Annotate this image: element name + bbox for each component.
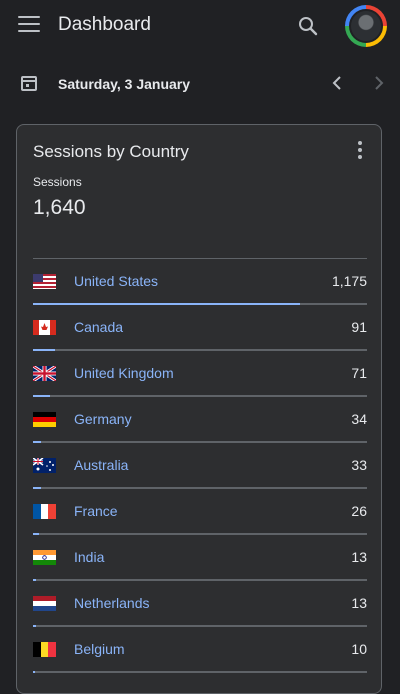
de-flag-icon	[33, 412, 56, 427]
country-list: United States 1,175 Canada 91 United Kin…	[33, 258, 367, 673]
country-name[interactable]: United Kingdom	[74, 365, 174, 381]
country-name[interactable]: France	[74, 503, 118, 519]
session-count: 10	[351, 641, 367, 657]
metric-value: 1,640	[33, 196, 86, 219]
country-name[interactable]: Australia	[74, 457, 128, 473]
page-title: Dashboard	[58, 14, 151, 35]
date-label[interactable]: Saturday, 3 January	[58, 76, 190, 92]
table-row[interactable]: Canada 91	[33, 305, 367, 351]
gb-flag-icon	[33, 366, 56, 381]
us-flag-icon	[33, 274, 56, 289]
table-row[interactable]: Belgium 10	[33, 627, 367, 673]
table-row[interactable]: Australia 33	[33, 443, 367, 489]
be-flag-icon	[33, 642, 56, 657]
avatar[interactable]	[345, 5, 387, 47]
session-count: 13	[351, 595, 367, 611]
search-icon[interactable]	[296, 14, 320, 38]
table-row[interactable]: France 26	[33, 489, 367, 535]
table-row[interactable]: Netherlands 13	[33, 581, 367, 627]
session-count: 34	[351, 411, 367, 427]
share-bar	[33, 671, 367, 673]
session-count: 26	[351, 503, 367, 519]
session-count: 33	[351, 457, 367, 473]
in-flag-icon	[33, 550, 56, 565]
sessions-card: Sessions by Country Sessions 1,640 Unite…	[16, 124, 382, 694]
fr-flag-icon	[33, 504, 56, 519]
table-row[interactable]: Germany 34	[33, 397, 367, 443]
country-name[interactable]: Belgium	[74, 641, 125, 657]
table-row[interactable]: United Kingdom 71	[33, 351, 367, 397]
table-row[interactable]: India 13	[33, 535, 367, 581]
date-bar: Saturday, 3 January	[0, 58, 400, 110]
nl-flag-icon	[33, 596, 56, 611]
app-bar: Dashboard	[0, 0, 400, 50]
calendar-icon[interactable]	[20, 74, 38, 92]
au-flag-icon	[33, 458, 56, 473]
table-row[interactable]: United States 1,175	[33, 259, 367, 305]
metric-label: Sessions	[33, 175, 82, 189]
share-bar-fill	[33, 671, 36, 673]
country-name[interactable]: United States	[74, 273, 158, 289]
profile-photo	[349, 9, 383, 43]
country-name[interactable]: India	[74, 549, 104, 565]
country-name[interactable]: Germany	[74, 411, 132, 427]
country-name[interactable]: Canada	[74, 319, 123, 335]
country-name[interactable]: Netherlands	[74, 595, 150, 611]
chevron-right-icon	[368, 72, 390, 94]
more-vert-icon[interactable]	[357, 141, 363, 159]
session-count: 91	[351, 319, 367, 335]
menu-icon[interactable]	[18, 16, 40, 32]
chevron-left-icon[interactable]	[326, 72, 348, 94]
session-count: 71	[351, 365, 367, 381]
card-title: Sessions by Country	[33, 142, 189, 161]
ca-flag-icon	[33, 320, 56, 335]
session-count: 13	[351, 549, 367, 565]
session-count: 1,175	[331, 273, 367, 289]
